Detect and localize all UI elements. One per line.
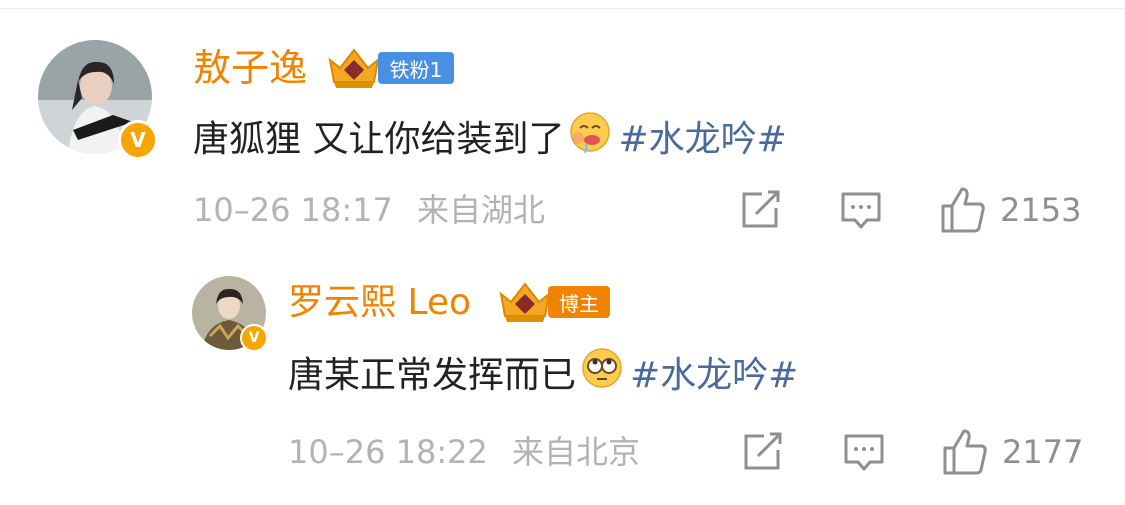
comment-text: 唐狐狸 又让你给装到了 #水龙吟# [193,110,787,163]
eye-roll-emoji-icon [580,346,624,399]
avatar[interactable]: V [192,276,268,352]
fan-badge: 铁粉1 [378,52,454,84]
hashtag-link[interactable]: #水龙吟# [618,110,786,162]
comment-body: 唐某正常发挥而已 [288,355,577,396]
comment-icon [841,192,881,229]
like-button[interactable]: 2153 [940,186,1081,234]
reply-button[interactable] [840,190,882,232]
share-button[interactable] [740,190,782,230]
reply-button[interactable] [843,432,885,474]
drooling-emoji-icon [568,110,612,163]
blogger-badge: 博主 [548,286,610,318]
username[interactable]: 罗云熙 Leo [288,280,471,326]
thumbs-up-icon [941,187,985,233]
location: 来自湖北 [417,191,546,229]
share-button[interactable] [742,432,784,472]
share-icon [744,432,782,470]
timestamp: 10–26 18:17 [193,191,393,229]
comment-body: 唐狐狸 又让你给装到了 [193,119,565,160]
verified-badge-icon: V [240,324,268,352]
like-count: 2177 [1002,433,1084,471]
like-count: 2153 [1000,191,1082,229]
comment-text: 唐某正常发挥而已 #水龙吟# [288,346,798,399]
hashtag-link[interactable]: #水龙吟# [630,346,798,398]
comment-meta: 10–26 18:22 来自北京 [288,430,640,474]
username[interactable]: 敖子逸 [193,44,307,92]
location: 来自北京 [512,433,641,471]
share-icon [742,190,780,228]
verified-badge-icon: V [118,120,158,160]
thumbs-up-icon [943,429,987,475]
avatar[interactable]: V [38,40,158,160]
crown-level-icon [326,46,382,94]
top-divider [0,8,1125,9]
like-button[interactable]: 2177 [942,428,1083,476]
comment-icon [844,434,884,471]
timestamp: 10–26 18:22 [288,433,488,471]
comment-meta: 10–26 18:17 来自湖北 [193,188,545,232]
crown-level-icon [497,280,553,328]
